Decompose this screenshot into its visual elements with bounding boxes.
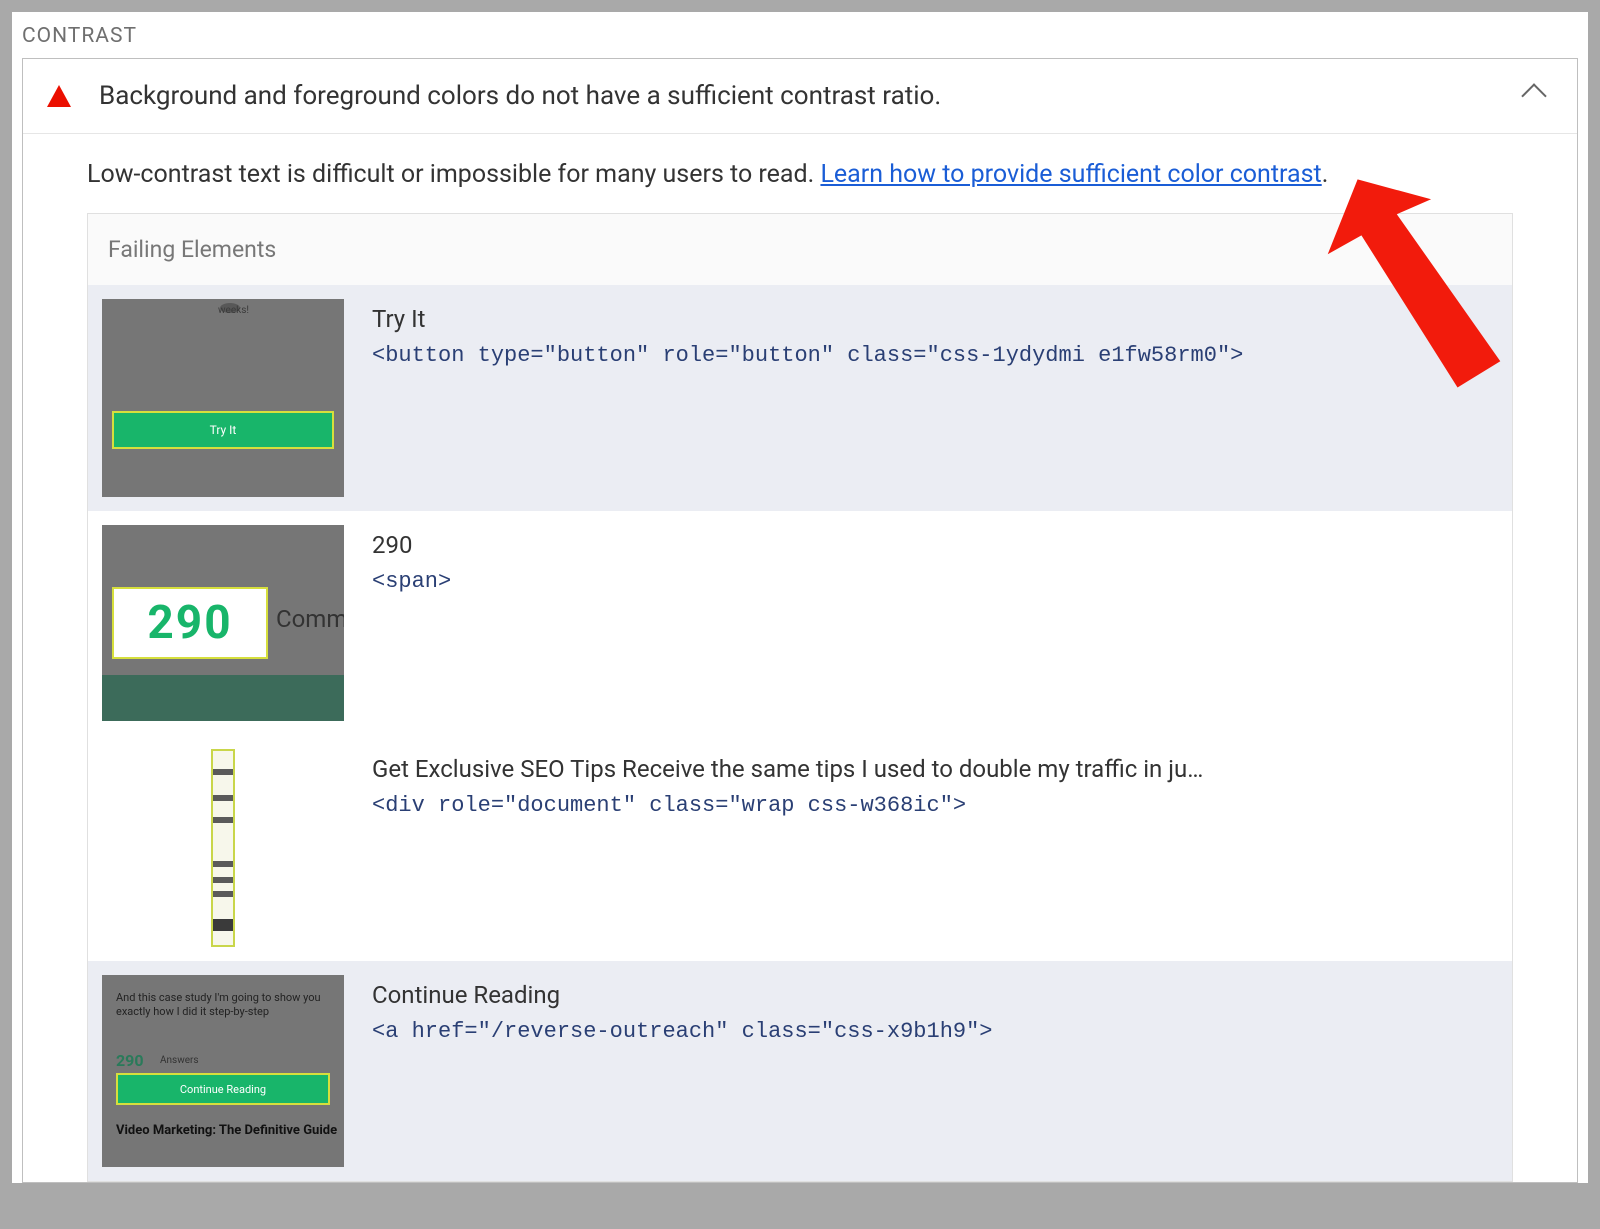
thumb-paragraph: And this case study I'm going to show yo…: [116, 991, 330, 1020]
element-detail: Try It <button type="button" role="butto…: [372, 299, 1492, 368]
element-detail: Continue Reading <a href="/reverse-outre…: [372, 975, 1492, 1044]
thumb-button: Continue Reading: [116, 1073, 330, 1105]
thumb-number-label: Answers: [160, 1055, 199, 1066]
chevron-up-icon[interactable]: [1521, 83, 1546, 108]
element-code: <a href="/reverse-outreach" class="css-x…: [372, 1019, 1492, 1044]
element-thumbnail: [102, 749, 344, 947]
failing-element-row[interactable]: 290 Comme 290 <span>: [88, 511, 1512, 735]
element-label: Get Exclusive SEO Tips Receive the same …: [372, 755, 1492, 783]
thumb-text: weeks!: [218, 305, 249, 316]
element-thumbnail: 290 Comme: [102, 525, 344, 721]
failing-element-row[interactable]: weeks! Try It Try It <button type="butto…: [88, 285, 1512, 511]
element-detail: 290 <span>: [372, 525, 1492, 594]
failing-elements-header: Failing Elements: [88, 214, 1512, 285]
thumb-button: Try It: [112, 411, 334, 449]
element-label: 290: [372, 531, 1492, 559]
element-detail: Get Exclusive SEO Tips Receive the same …: [372, 749, 1492, 818]
element-label: Try It: [372, 305, 1492, 333]
audit-panel: CONTRAST Background and foreground color…: [12, 12, 1588, 1183]
element-code: <div role="document" class="wrap css-w36…: [372, 793, 1492, 818]
audit-title: Background and foreground colors do not …: [99, 81, 1525, 111]
thumb-heading: Video Marketing: The Definitive Guide: [116, 1123, 337, 1139]
thumb-side-text: Comme: [276, 605, 344, 633]
element-thumbnail: And this case study I'm going to show yo…: [102, 975, 344, 1167]
audit-description-suffix: .: [1322, 160, 1329, 189]
element-code: <span>: [372, 569, 1492, 594]
thumb-number: 290: [116, 1051, 144, 1070]
warning-triangle-icon: [47, 85, 71, 107]
failing-element-row[interactable]: Get Exclusive SEO Tips Receive the same …: [88, 735, 1512, 961]
audit-description: Low-contrast text is difficult or imposs…: [23, 134, 1577, 213]
thumb-number: 290: [147, 596, 232, 650]
element-thumbnail: weeks! Try It: [102, 299, 344, 497]
failing-element-row[interactable]: And this case study I'm going to show yo…: [88, 961, 1512, 1181]
thumb-strip: [211, 749, 235, 947]
audit-box: Background and foreground colors do not …: [22, 58, 1578, 1183]
audit-description-text: Low-contrast text is difficult or imposs…: [87, 160, 820, 189]
element-code: <button type="button" role="button" clas…: [372, 343, 1492, 368]
section-title: CONTRAST: [12, 24, 1588, 58]
learn-more-link[interactable]: Learn how to provide sufficient color co…: [820, 160, 1321, 189]
thumb-highlight: 290: [112, 587, 268, 659]
failing-elements-box: Failing Elements weeks! Try It Try It <b…: [87, 213, 1513, 1182]
audit-header[interactable]: Background and foreground colors do not …: [23, 59, 1577, 134]
element-label: Continue Reading: [372, 981, 1492, 1009]
